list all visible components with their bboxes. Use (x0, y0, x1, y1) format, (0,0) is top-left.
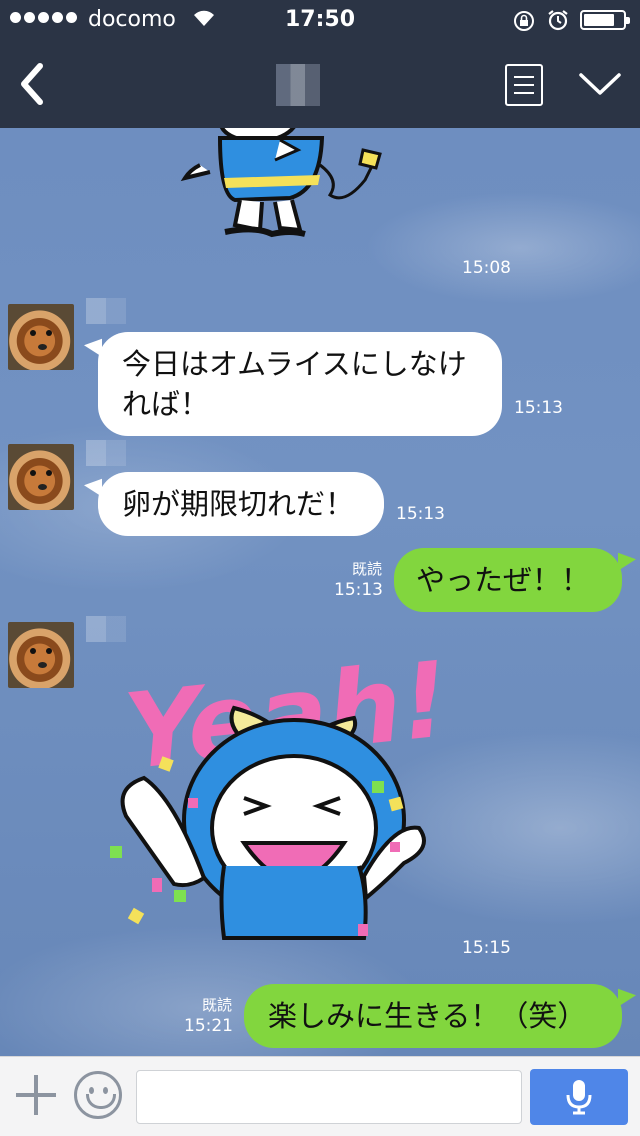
read-receipt: 既読 (201, 996, 232, 1014)
contact-title-avatar[interactable] (276, 64, 320, 106)
chevron-down-icon[interactable] (578, 70, 622, 98)
message-time: 15:08 (462, 258, 511, 278)
avatar[interactable] (8, 622, 74, 688)
message-time: 15:15 (462, 938, 511, 958)
message-time: 15:13 (334, 580, 383, 600)
sticker-character-plugging-cord[interactable] (180, 128, 390, 250)
plus-icon[interactable] (16, 1075, 56, 1115)
chat-header (0, 40, 640, 128)
message-time: 15:21 (184, 1016, 233, 1036)
message-input-bar (0, 1056, 640, 1136)
avatar[interactable] (8, 304, 74, 370)
status-bar: docomo 17:50 (0, 0, 640, 40)
chat-area[interactable]: 15:08 今日はオムライスにしなければ！ 15:13 卵が期限切れだ！ 15:… (0, 128, 640, 1056)
message-bubble-out[interactable]: 楽しみに生きる！（笑） (244, 984, 622, 1048)
sender-name-pixelated (86, 616, 126, 642)
alarm-icon (548, 10, 568, 31)
read-receipt: 既読 (351, 560, 382, 578)
sender-name-pixelated (86, 298, 126, 324)
sticker-character-yeah-cheering[interactable]: Yeah! (104, 648, 444, 948)
message-bubble-in[interactable]: 卵が期限切れだ！ (98, 472, 384, 536)
sender-name-pixelated (86, 440, 126, 466)
rotation-lock-icon (514, 11, 534, 31)
notes-list-icon[interactable] (505, 64, 543, 106)
back-chevron-icon[interactable] (14, 60, 54, 108)
battery-icon (580, 10, 630, 30)
message-time: 15:13 (396, 504, 445, 524)
status-time: 17:50 (284, 7, 356, 32)
message-bubble-out[interactable]: やったぜ！！ (394, 548, 622, 612)
microphone-button[interactable] (530, 1069, 628, 1125)
emoji-icon[interactable] (74, 1071, 122, 1119)
message-time: 15:13 (514, 398, 563, 418)
microphone-icon (566, 1080, 592, 1115)
message-input[interactable] (136, 1070, 522, 1124)
avatar[interactable] (8, 444, 74, 510)
message-bubble-in[interactable]: 今日はオムライスにしなければ！ (98, 332, 502, 436)
